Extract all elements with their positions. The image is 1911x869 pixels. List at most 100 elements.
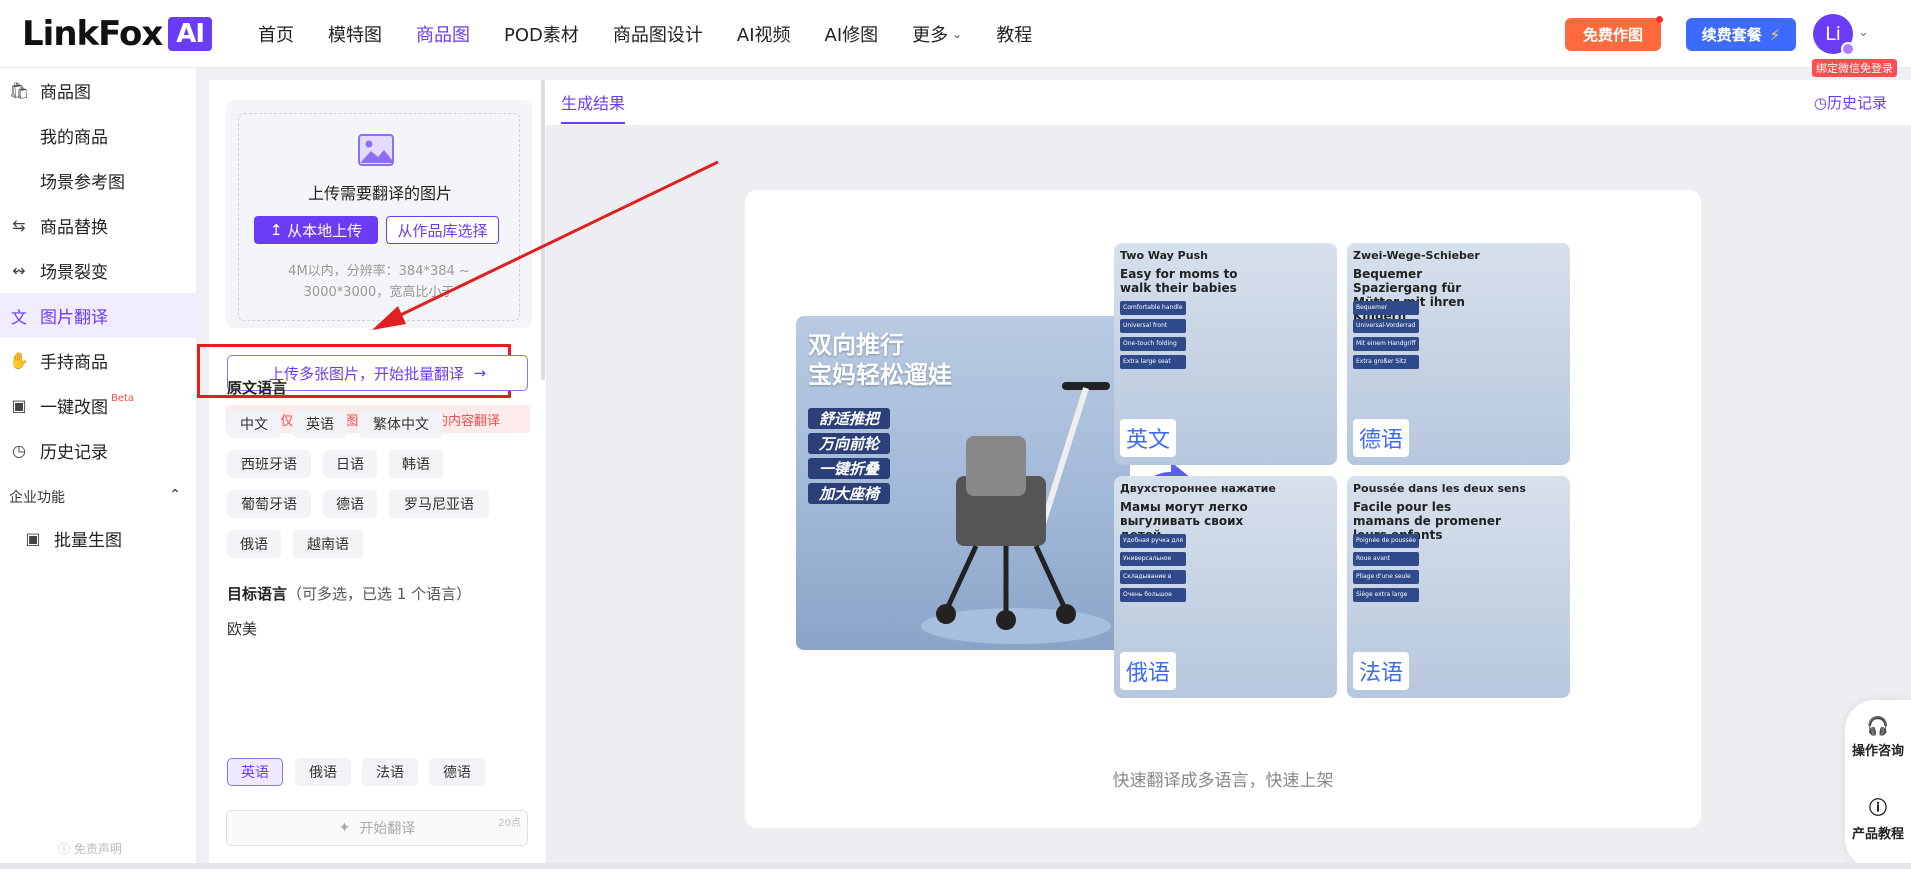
sidebar-item-image-translate[interactable]: 文 图片翻译 xyxy=(0,293,197,338)
nav-design[interactable]: 商品图设计 xyxy=(613,21,703,47)
translated-pill: Pliage d'une seule touche xyxy=(1353,570,1419,584)
logo[interactable]: LinkFox AI xyxy=(22,14,213,54)
bag-icon: 🛍 xyxy=(9,81,30,100)
source-lang-chip[interactable]: 葡萄牙语 xyxy=(227,490,311,518)
sidebar-item-label: 我的商品 xyxy=(40,128,108,148)
sidebar-item-quick-edit[interactable]: ▣ 一键改图 Beta xyxy=(0,383,197,428)
sidebar-item-batch-generate[interactable]: ▣ 批量生图 xyxy=(0,516,197,561)
nav-more[interactable]: 更多 ⌄ xyxy=(912,21,962,47)
translated-pill: Очень большое сиденье xyxy=(1120,588,1186,602)
hand-icon: ✋ xyxy=(9,351,29,370)
start-translate-button[interactable]: ✦ 开始翻译 20点 xyxy=(226,810,528,846)
enterprise-section-header[interactable]: 企业功能 ⌃ xyxy=(9,487,181,507)
clock-icon: ◷ xyxy=(1813,93,1827,112)
panel-scrollbar[interactable] xyxy=(541,80,545,380)
sidebar-item-scene-fission[interactable]: ↭ 场景裂变 xyxy=(0,248,197,293)
beta-badge: Beta xyxy=(111,393,135,404)
wechat-login-tag[interactable]: 绑定微信免登录 xyxy=(1812,59,1897,77)
history-link[interactable]: ◷ 历史记录 xyxy=(1814,92,1887,113)
source-lang-chip[interactable]: 越南语 xyxy=(293,530,363,558)
upload-local-button[interactable]: ↥ 从本地上传 xyxy=(254,216,378,244)
translated-pill: Универсальное переднее колесо xyxy=(1120,552,1186,566)
nav-ai-retouch[interactable]: AI修图 xyxy=(825,21,879,47)
source-lang-chip[interactable]: 德语 xyxy=(323,490,377,518)
main-nav: 首页 模特图 商品图 POD素材 商品图设计 AI视频 AI修图 更多 ⌄ 教程 xyxy=(258,0,1066,68)
source-product-image: 双向推行 宝妈轻松遛娃 舒适推把 万向前轮 一键折叠 加大座椅 xyxy=(796,316,1130,650)
logo-ai-badge: AI xyxy=(168,17,213,51)
floating-help-panel: 🎧 操作咨询 ⓘ 产品教程 xyxy=(1845,700,1911,869)
upload-area[interactable]: 上传需要翻译的图片 ↥ 从本地上传 从作品库选择 4M以内，分辨率：384*38… xyxy=(226,100,532,328)
source-lang-chip[interactable]: 日语 xyxy=(323,450,377,478)
source-lang-chip[interactable]: 中文 xyxy=(227,410,281,438)
sidebar-item-label: 商品替换 xyxy=(40,218,108,238)
image-placeholder-icon xyxy=(358,134,394,166)
translated-pill: Bequemer Schiebegriff xyxy=(1353,301,1419,315)
sidebar-item-scene-reference[interactable]: 场景参考图 xyxy=(0,158,197,203)
consult-button[interactable]: 🎧 操作咨询 xyxy=(1845,716,1911,759)
target-language-label: 目标语言（可多选，已选 1 个语言） xyxy=(227,583,471,604)
nav-product-image[interactable]: 商品图 xyxy=(416,21,470,47)
source-headline-line: 双向推行 xyxy=(808,331,904,359)
batch-translate-label: 上传多张图片，开始批量翻译 xyxy=(268,364,464,383)
edit-image-icon: ▣ xyxy=(11,396,27,415)
sidebar-item-label: 商品图 xyxy=(40,83,91,103)
translated-pill: Roue avant universelle xyxy=(1353,552,1419,566)
tab-results[interactable]: 生成结果 xyxy=(561,90,626,124)
source-lang-chip[interactable]: 俄语 xyxy=(227,530,281,558)
translated-pill: Siège extra large xyxy=(1353,588,1419,602)
notification-dot xyxy=(1656,16,1663,23)
upload-title: 上传需要翻译的图片 xyxy=(307,184,452,203)
sidebar-item-history[interactable]: ◷ 历史记录 xyxy=(0,428,197,473)
sidebar-item-product-image[interactable]: 🛍 商品图 xyxy=(0,68,197,113)
horizontal-scrollbar[interactable] xyxy=(0,863,1911,869)
translated-image-russian: Двухстороннее нажатие Мамы могут легко в… xyxy=(1114,476,1337,698)
source-language-label: 原文语言 xyxy=(227,379,288,397)
chevron-up-icon: ⌃ xyxy=(169,487,181,503)
source-lang-chip[interactable]: 西班牙语 xyxy=(227,450,311,478)
translated-title: Two Way Push xyxy=(1120,249,1208,262)
target-label-text: 目标语言 xyxy=(227,585,288,603)
source-lang-chip[interactable]: 罗马尼亚语 xyxy=(389,490,489,518)
translate-icon: 文 xyxy=(10,307,27,327)
translated-pill: Comfortable handle xyxy=(1120,301,1186,315)
translated-pill: Удобная ручка для толкания xyxy=(1120,534,1186,548)
tutorial-button[interactable]: ⓘ 产品教程 xyxy=(1845,794,1911,842)
nav-tutorial[interactable]: 教程 xyxy=(996,21,1032,47)
choose-from-library-button[interactable]: 从作品库选择 xyxy=(386,216,499,244)
chevron-down-icon[interactable]: ⌄ xyxy=(1858,25,1869,40)
renew-plan-button[interactable]: 续费套餐 ⚡ xyxy=(1686,18,1796,51)
sidebar-item-handheld[interactable]: ✋ 手持商品 xyxy=(0,338,197,383)
translated-pill: Poignée de poussée confortable xyxy=(1353,534,1419,548)
lightning-icon: ⚡ xyxy=(1769,25,1781,44)
target-lang-chip[interactable]: 俄语 xyxy=(295,758,351,786)
translated-subtitle: Easy for moms to walk their babies xyxy=(1120,267,1238,295)
share-icon: ↭ xyxy=(12,261,26,280)
nav-home[interactable]: 首页 xyxy=(258,21,294,47)
source-lang-chip[interactable]: 韩语 xyxy=(389,450,443,478)
avatar[interactable]: Li xyxy=(1813,14,1855,56)
target-lang-chip-selected[interactable]: 英语 xyxy=(227,758,283,786)
sidebar-item-product-replace[interactable]: ⇆ 商品替换 xyxy=(0,203,197,248)
feature-pill: 加大座椅 xyxy=(808,483,890,504)
free-create-button[interactable]: 免费作图 xyxy=(1565,16,1663,51)
source-lang-chip[interactable]: 繁体中文 xyxy=(359,410,443,438)
source-lang-chip[interactable]: 英语 xyxy=(293,410,347,438)
vip-badge-icon xyxy=(1841,42,1855,56)
image-icon: ▣ xyxy=(25,529,41,548)
nav-model[interactable]: 模特图 xyxy=(328,21,382,47)
upload-dropzone[interactable]: 上传需要翻译的图片 ↥ 从本地上传 从作品库选择 4M以内，分辨率：384*38… xyxy=(238,113,520,321)
target-lang-chip[interactable]: 德语 xyxy=(429,758,485,786)
renew-plan-label: 续费套餐 xyxy=(1701,26,1762,44)
translated-pill: Universal-Vorderrad xyxy=(1353,319,1419,333)
sidebar-item-my-products[interactable]: 我的商品 xyxy=(0,113,197,158)
target-lang-chip[interactable]: 法语 xyxy=(362,758,418,786)
translated-image-french: Poussée dans les deux sens Facile pour l… xyxy=(1347,476,1570,698)
question-icon: ⓘ xyxy=(1869,798,1887,819)
disclaimer-link[interactable]: ⓘ 免责声明 xyxy=(58,840,122,857)
points-cost: 20点 xyxy=(498,818,521,829)
sidebar-item-label: 批量生图 xyxy=(54,531,122,551)
free-create-label: 免费作图 xyxy=(1582,26,1643,44)
nav-ai-video[interactable]: AI视频 xyxy=(737,21,791,47)
nav-pod[interactable]: POD素材 xyxy=(504,21,579,47)
feature-pill: 一键折叠 xyxy=(808,458,890,479)
